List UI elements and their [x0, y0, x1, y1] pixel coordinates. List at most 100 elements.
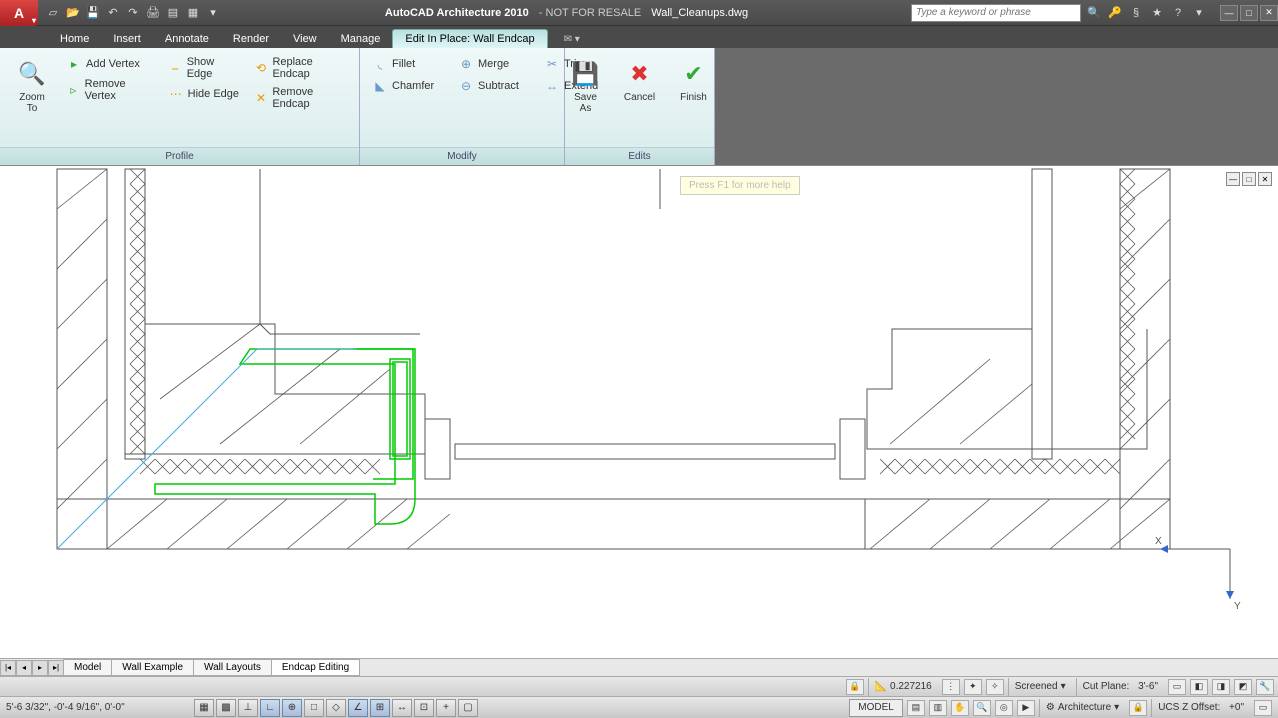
tab-edit-in-place[interactable]: Edit In Place: Wall Endcap [392, 29, 547, 48]
close-button[interactable]: ✕ [1260, 5, 1278, 21]
binoculars-icon[interactable]: 🔍 [1085, 4, 1103, 22]
layout-tab-wall-layouts[interactable]: Wall Layouts [193, 659, 272, 676]
steering-wheel-icon[interactable]: ◎ [995, 700, 1013, 716]
showmotion-icon[interactable]: ▶ [1017, 700, 1035, 716]
vp-minimize-button[interactable]: — [1226, 172, 1240, 186]
subscription-icon[interactable]: § [1127, 4, 1145, 22]
snap-btn-8[interactable]: ∠ [348, 699, 368, 717]
scale-display[interactable]: 📐 0.227216 [868, 678, 938, 696]
minimize-button[interactable]: — [1220, 5, 1238, 21]
elev-icon[interactable]: ▭ [1168, 679, 1186, 695]
tab-home[interactable]: Home [48, 30, 101, 48]
workspace-dropdown[interactable]: ⚙ Architecture ▾ [1039, 699, 1125, 717]
open-icon[interactable]: 📂 [64, 4, 82, 22]
merge-button[interactable]: ⊕Merge [454, 54, 534, 74]
help-icon[interactable]: ? [1169, 4, 1187, 22]
tab-insert[interactable]: Insert [101, 30, 153, 48]
snap-btn-11[interactable]: ⊡ [414, 699, 434, 717]
tooltip: Press F1 for more help [680, 176, 800, 195]
ucs-offset-display[interactable]: UCS Z Offset: +0" [1151, 699, 1250, 717]
remove-endcap-button[interactable]: ✕Remove Endcap [250, 84, 351, 112]
replace-endcap-button[interactable]: ⟲Replace Endcap [250, 54, 351, 82]
snap-btn-7[interactable]: ◇ [326, 699, 346, 717]
save-as-button[interactable]: 💾 Save As [562, 54, 610, 118]
snap-btn-6[interactable]: □ [304, 699, 324, 717]
lock-icon[interactable]: 🔒 [846, 679, 864, 695]
drafting-settings: ▦ ▩ ⊥ ∟ ⊕ □ ◇ ∠ ⊞ ↔ ⊡ + ▢ [194, 699, 478, 717]
search-input[interactable] [911, 4, 1081, 22]
snap-btn-2[interactable]: ▩ [216, 699, 236, 717]
ribbon: 🔍 Zoom To ▸Add Vertex ▹Remove Vertex ⎯Sh… [0, 48, 1278, 166]
nav-icon[interactable]: ✦ [964, 679, 982, 695]
tab-mail-icon[interactable]: ✉ ▾ [556, 31, 588, 48]
tab-manage[interactable]: Manage [329, 30, 393, 48]
nav2-icon[interactable]: ✧ [986, 679, 1004, 695]
hide-edge-button[interactable]: ⋯Hide Edge [164, 84, 244, 104]
snap-btn-1[interactable]: ▦ [194, 699, 214, 717]
add-vertex-button[interactable]: ▸Add Vertex [62, 54, 158, 74]
quickview-drawings-icon[interactable]: ▥ [929, 700, 947, 716]
qat-dropdown-icon[interactable]: ▾ [204, 4, 222, 22]
repl-icon[interactable]: ◧ [1190, 679, 1208, 695]
snap-btn-13[interactable]: ▢ [458, 699, 478, 717]
save-icon[interactable]: 💾 [84, 4, 102, 22]
fillet-label: Fillet [392, 58, 415, 70]
tab-render[interactable]: Render [221, 30, 281, 48]
coordinates-display[interactable]: 5'-6 3/32", -0'-4 9/16", 0'-0" [6, 702, 186, 713]
clean-screen-icon[interactable]: ▭ [1254, 700, 1272, 716]
zoom-to-button[interactable]: 🔍 Zoom To [8, 54, 56, 118]
help-dropdown-icon[interactable]: ▾ [1190, 4, 1208, 22]
new-icon[interactable]: ▱ [44, 4, 62, 22]
maximize-button[interactable]: □ [1240, 5, 1258, 21]
window-controls: — □ ✕ [1220, 5, 1278, 21]
snap-btn-4[interactable]: ∟ [260, 699, 280, 717]
snap-btn-3[interactable]: ⊥ [238, 699, 258, 717]
finish-button[interactable]: ✔ Finish [670, 54, 718, 107]
sheet-icon[interactable]: ▤ [164, 4, 182, 22]
chamfer-button[interactable]: ◣Chamfer [368, 76, 448, 96]
snap-btn-9[interactable]: ⊞ [370, 699, 390, 717]
snap-btn-12[interactable]: + [436, 699, 456, 717]
snap-btn-10[interactable]: ↔ [392, 699, 412, 717]
visual-style-dropdown[interactable]: Screened ▾ [1008, 678, 1072, 696]
zoom-status-icon[interactable]: 🔍 [973, 700, 991, 716]
tool-icon[interactable]: 🔧 [1256, 679, 1274, 695]
subtract-button[interactable]: ⊖Subtract [454, 76, 534, 96]
redo-icon[interactable]: ↷ [124, 4, 142, 22]
favorites-icon[interactable]: ★ [1148, 4, 1166, 22]
iso-icon[interactable]: ◩ [1234, 679, 1252, 695]
key-icon[interactable]: 🔑 [1106, 4, 1124, 22]
app-menu-button[interactable]: A [0, 0, 38, 26]
scale-list-icon[interactable]: ⋮ [942, 679, 960, 695]
props-icon[interactable]: ▦ [184, 4, 202, 22]
file-name: Wall_Cleanups.dwg [651, 7, 748, 19]
remove-vertex-button[interactable]: ▹Remove Vertex [62, 76, 158, 104]
cancel-button[interactable]: ✖ Cancel [616, 54, 664, 107]
cut-plane-display[interactable]: Cut Plane: 3'-6" [1076, 678, 1164, 696]
tab-annotate[interactable]: Annotate [153, 30, 221, 48]
layout-last-button[interactable]: ▸| [48, 660, 64, 676]
model-space-button[interactable]: MODEL [849, 699, 903, 717]
toolbar-lock-icon[interactable]: 🔒 [1129, 700, 1147, 716]
layout-prev-button[interactable]: ◂ [16, 660, 32, 676]
remove-endcap-label: Remove Endcap [272, 86, 347, 110]
pan-icon[interactable]: ✋ [951, 700, 969, 716]
tab-view[interactable]: View [281, 30, 329, 48]
undo-icon[interactable]: ↶ [104, 4, 122, 22]
quickview-layouts-icon[interactable]: ▤ [907, 700, 925, 716]
panel-modify-title: Modify [360, 147, 564, 165]
layout-tab-endcap-editing[interactable]: Endcap Editing [271, 659, 360, 676]
layout-tab-wall-example[interactable]: Wall Example [111, 659, 194, 676]
workspace-label: Architecture [1058, 702, 1111, 713]
surf-icon[interactable]: ◨ [1212, 679, 1230, 695]
layout-tab-model[interactable]: Model [63, 659, 112, 676]
show-edge-button[interactable]: ⎯Show Edge [164, 54, 244, 82]
print-icon[interactable]: 🖨 [144, 4, 162, 22]
layout-next-button[interactable]: ▸ [32, 660, 48, 676]
layout-first-button[interactable]: |◂ [0, 660, 16, 676]
vp-maximize-button[interactable]: □ [1242, 172, 1256, 186]
snap-btn-5[interactable]: ⊕ [282, 699, 302, 717]
vp-close-button[interactable]: ✕ [1258, 172, 1272, 186]
fillet-button[interactable]: ◟Fillet [368, 54, 448, 74]
drawing-canvas[interactable]: X Y Press F1 for more help — □ ✕ [0, 166, 1278, 658]
